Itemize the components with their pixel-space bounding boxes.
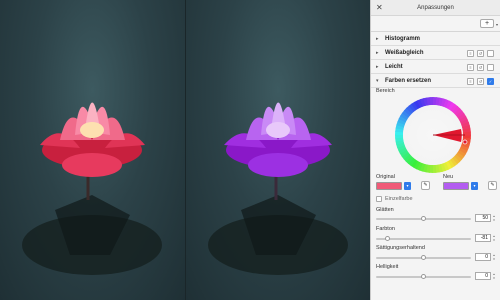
enable-checkbox[interactable]: ✓ — [487, 78, 494, 85]
enable-checkbox[interactable] — [487, 64, 494, 71]
panel-header: ✕ Anpassungen — [371, 0, 500, 16]
auto-icon[interactable]: ≡ — [467, 78, 474, 85]
hue-handle[interactable] — [462, 139, 468, 145]
chevron-down-icon[interactable]: ▾ — [376, 78, 385, 84]
slider-label: Farbton — [376, 226, 395, 232]
auto-icon[interactable]: ≡ — [467, 50, 474, 57]
original-label: Original — [376, 174, 395, 180]
slider-label: Glätten — [376, 207, 394, 213]
chevron-right-icon[interactable]: ▸ — [376, 64, 385, 70]
slider-value[interactable]: 50 — [475, 214, 491, 222]
slider-value[interactable]: 0 — [475, 253, 491, 261]
slider-label: Sättigungserhaltend — [376, 245, 425, 251]
enable-checkbox[interactable] — [487, 50, 494, 57]
slider-value[interactable]: -81 — [475, 234, 491, 242]
single-color-checkbox[interactable] — [376, 196, 382, 202]
reset-icon[interactable]: ↺ — [477, 78, 484, 85]
section-label: Histogramm — [385, 35, 421, 42]
single-color-label: Einzelfarbe — [385, 196, 413, 202]
hue-slider[interactable] — [376, 236, 471, 241]
panel-toolbar: + ▾ — [371, 16, 500, 32]
color-wheel[interactable] — [393, 95, 473, 175]
original-color-swatch[interactable] — [376, 181, 402, 190]
slider-value[interactable]: 0 — [475, 272, 491, 280]
eyedropper-icon[interactable]: ✎ — [488, 181, 497, 190]
plus-icon: + — [484, 20, 490, 27]
edited-photo — [186, 0, 370, 300]
reset-icon[interactable]: ↺ — [477, 64, 484, 71]
chevron-down-icon[interactable]: ▾ — [471, 181, 478, 190]
chevron-right-icon[interactable]: ▸ — [376, 50, 385, 56]
slider-knob[interactable] — [421, 216, 426, 221]
chevron-down-icon[interactable]: ▾ — [404, 181, 411, 190]
brightness-slider[interactable] — [376, 274, 471, 279]
section-label: Leicht — [385, 63, 403, 70]
section-light[interactable]: ▸ Leicht ≡ ↺ — [371, 60, 500, 74]
single-color-option[interactable]: Einzelfarbe — [376, 196, 413, 202]
range-label: Bereich — [376, 88, 395, 94]
adjustments-panel: ✕ Anpassungen + ▾ ▸ Histogramm ▸ Weißabg… — [370, 0, 500, 300]
eyedropper-icon[interactable]: ✎ — [421, 181, 430, 190]
auto-icon[interactable]: ≡ — [467, 64, 474, 71]
stepper-icon[interactable]: ▴ ▾ — [492, 234, 496, 242]
slider-knob[interactable] — [421, 255, 426, 260]
slider-knob[interactable] — [385, 236, 390, 241]
panel-title: Anpassungen — [417, 4, 454, 11]
section-histogram[interactable]: ▸ Histogramm — [371, 32, 500, 46]
section-replace-colors[interactable]: ▾ Farben ersetzen ≡ ↺ ✓ — [371, 74, 500, 88]
smooth-slider[interactable] — [376, 216, 471, 221]
slider-knob[interactable] — [421, 274, 426, 279]
original-photo — [0, 0, 185, 300]
stepper-icon[interactable]: ▴ ▾ — [492, 214, 496, 222]
stepper-icon[interactable]: ▴ ▾ — [492, 272, 496, 280]
saturation-slider[interactable] — [376, 255, 471, 260]
section-label: Weißabgleich — [385, 49, 424, 56]
close-icon[interactable]: ✕ — [376, 3, 383, 12]
chevron-right-icon[interactable]: ▸ — [376, 36, 385, 42]
slider-label: Helligkeit — [376, 264, 399, 270]
new-color-picker[interactable]: ▾ ✎ — [443, 181, 497, 190]
reset-icon[interactable]: ↺ — [477, 50, 484, 57]
add-adjustment-button[interactable]: + — [480, 19, 494, 28]
chevron-down-icon[interactable]: ▾ — [496, 22, 498, 27]
section-label: Farben ersetzen — [385, 77, 432, 84]
new-label: Neu — [443, 174, 454, 180]
section-white-balance[interactable]: ▸ Weißabgleich ≡ ↺ — [371, 46, 500, 60]
stepper-icon[interactable]: ▴ ▾ — [492, 253, 496, 261]
new-color-swatch[interactable] — [443, 181, 469, 190]
original-color-picker[interactable]: ▾ ✎ — [376, 181, 430, 190]
